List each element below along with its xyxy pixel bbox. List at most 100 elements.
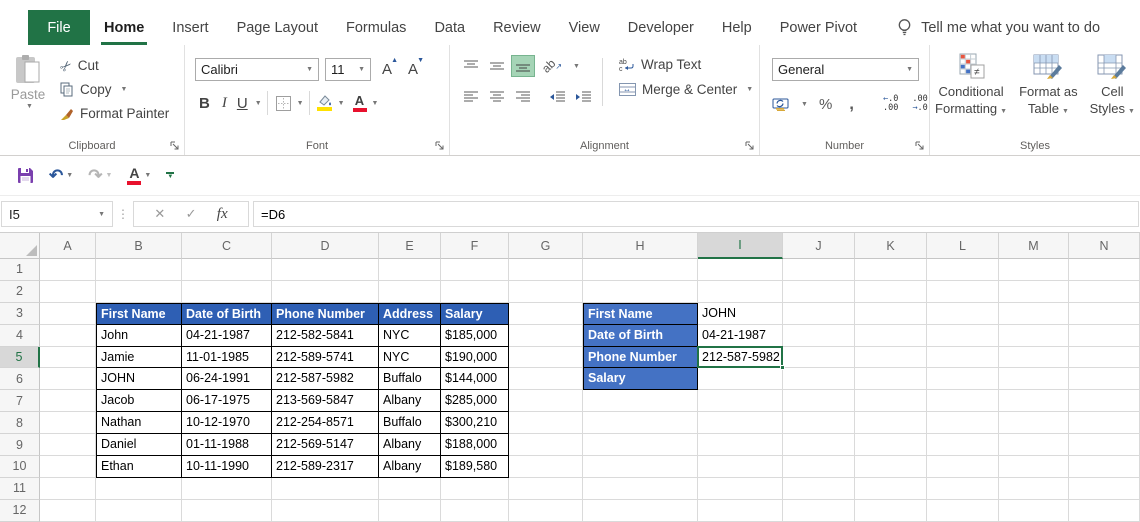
cell-G8[interactable]	[509, 412, 583, 434]
cell-E3[interactable]: Address	[379, 303, 441, 325]
font-size-select[interactable]: 11 ▼	[325, 58, 371, 81]
cell-I6[interactable]	[698, 368, 783, 390]
cell-E11[interactable]	[379, 478, 441, 500]
cell-C8[interactable]: 10-12-1970	[182, 412, 272, 434]
cell-K11[interactable]	[855, 478, 927, 500]
cell-F5[interactable]: $190,000	[441, 347, 509, 369]
bold-button[interactable]: B	[193, 95, 216, 112]
cell-F4[interactable]: $185,000	[441, 325, 509, 347]
cell-A7[interactable]	[40, 390, 96, 412]
name-box[interactable]: I5 ▼	[1, 201, 113, 227]
cell-A10[interactable]	[40, 456, 96, 478]
cell-E1[interactable]	[379, 259, 441, 281]
row-header-11[interactable]: 11	[0, 478, 40, 500]
cell-B12[interactable]	[96, 500, 182, 522]
orientation-button[interactable]: ab↗	[538, 56, 566, 76]
column-header-H[interactable]: H	[583, 233, 698, 259]
cell-B1[interactable]	[96, 259, 182, 281]
customize-qat-button[interactable]: ▼	[166, 172, 174, 179]
cell-K10[interactable]	[855, 456, 927, 478]
cell-J2[interactable]	[783, 281, 855, 303]
cell-H10[interactable]	[583, 456, 698, 478]
cell-D1[interactable]	[272, 259, 379, 281]
cell-L4[interactable]	[927, 325, 999, 347]
column-header-F[interactable]: F	[441, 233, 509, 259]
cell-K3[interactable]	[855, 303, 927, 325]
accounting-format-button[interactable]	[770, 97, 794, 111]
cell-C1[interactable]	[182, 259, 272, 281]
cancel-icon[interactable]: ✕	[154, 206, 165, 222]
cell-L1[interactable]	[927, 259, 999, 281]
cell-H6[interactable]: Salary	[583, 368, 698, 390]
cell-J12[interactable]	[783, 500, 855, 522]
cell-M8[interactable]	[999, 412, 1069, 434]
cell-D8[interactable]: 212-254-8571	[272, 412, 379, 434]
decrease-decimal-button[interactable]: .00 →.0	[907, 95, 932, 113]
cell-E6[interactable]: Buffalo	[379, 368, 441, 390]
cell-M9[interactable]	[999, 434, 1069, 456]
column-header-A[interactable]: A	[40, 233, 96, 259]
fill-color-button[interactable]	[315, 95, 335, 111]
cell-B6[interactable]: JOHN	[96, 368, 182, 390]
cell-F7[interactable]: $285,000	[441, 390, 509, 412]
cell-N4[interactable]	[1069, 325, 1140, 347]
cell-K1[interactable]	[855, 259, 927, 281]
cell-H12[interactable]	[583, 500, 698, 522]
copy-button[interactable]: Copy ▼	[56, 81, 173, 98]
cell-M1[interactable]	[999, 259, 1069, 281]
row-header-1[interactable]: 1	[0, 259, 40, 281]
cell-G11[interactable]	[509, 478, 583, 500]
cell-K7[interactable]	[855, 390, 927, 412]
fill-handle[interactable]	[780, 365, 785, 370]
wrap-text-button[interactable]: abc Wrap Text	[615, 56, 757, 73]
cell-G12[interactable]	[509, 500, 583, 522]
cell-C11[interactable]	[182, 478, 272, 500]
cell-D12[interactable]	[272, 500, 379, 522]
cell-C3[interactable]: Date of Birth	[182, 303, 272, 325]
cell-K2[interactable]	[855, 281, 927, 303]
cell-H9[interactable]	[583, 434, 698, 456]
row-header-5[interactable]: 5	[0, 347, 40, 369]
align-left-button[interactable]	[460, 87, 482, 107]
cell-C9[interactable]: 01-11-1988	[182, 434, 272, 456]
cell-H8[interactable]	[583, 412, 698, 434]
cell-H3[interactable]: First Name	[583, 303, 698, 325]
tab-file[interactable]: File	[28, 10, 90, 45]
center-button[interactable]	[486, 87, 508, 107]
select-all-corner[interactable]	[0, 233, 40, 259]
percent-style-button[interactable]: %	[812, 96, 839, 113]
cell-D9[interactable]: 212-569-5147	[272, 434, 379, 456]
column-header-G[interactable]: G	[509, 233, 583, 259]
column-header-I[interactable]: I	[698, 233, 783, 259]
cell-A6[interactable]	[40, 368, 96, 390]
cell-N5[interactable]	[1069, 347, 1140, 369]
cell-E10[interactable]: Albany	[379, 456, 441, 478]
font-dialog-launcher-icon[interactable]	[435, 141, 444, 150]
row-header-12[interactable]: 12	[0, 500, 40, 522]
selected-cell-I5[interactable]: 212-587-5982	[698, 347, 783, 369]
cell-I4[interactable]: 04-21-1987	[698, 325, 783, 347]
cell-C5[interactable]: 11-01-1985	[182, 347, 272, 369]
cell-A9[interactable]	[40, 434, 96, 456]
number-dialog-launcher-icon[interactable]	[915, 141, 924, 150]
cell-E5[interactable]: NYC	[379, 347, 441, 369]
cell-G2[interactable]	[509, 281, 583, 303]
alignment-dialog-launcher-icon[interactable]	[745, 141, 754, 150]
cell-L5[interactable]	[927, 347, 999, 369]
row-header-7[interactable]: 7	[0, 390, 40, 412]
cell-N7[interactable]	[1069, 390, 1140, 412]
cell-N1[interactable]	[1069, 259, 1140, 281]
conditional-formatting-button[interactable]: ≠ Conditional Formatting▼	[931, 53, 1011, 120]
cell-N8[interactable]	[1069, 412, 1140, 434]
font-color-button[interactable]: A	[351, 95, 369, 112]
cell-B11[interactable]	[96, 478, 182, 500]
cell-C2[interactable]	[182, 281, 272, 303]
cell-G9[interactable]	[509, 434, 583, 456]
cell-B8[interactable]: Nathan	[96, 412, 182, 434]
number-format-select[interactable]: General ▼	[772, 58, 919, 81]
cell-F8[interactable]: $300,210	[441, 412, 509, 434]
tab-help[interactable]: Help	[708, 10, 766, 45]
cell-D10[interactable]: 212-589-2317	[272, 456, 379, 478]
cell-L9[interactable]	[927, 434, 999, 456]
row-header-3[interactable]: 3	[0, 303, 40, 325]
